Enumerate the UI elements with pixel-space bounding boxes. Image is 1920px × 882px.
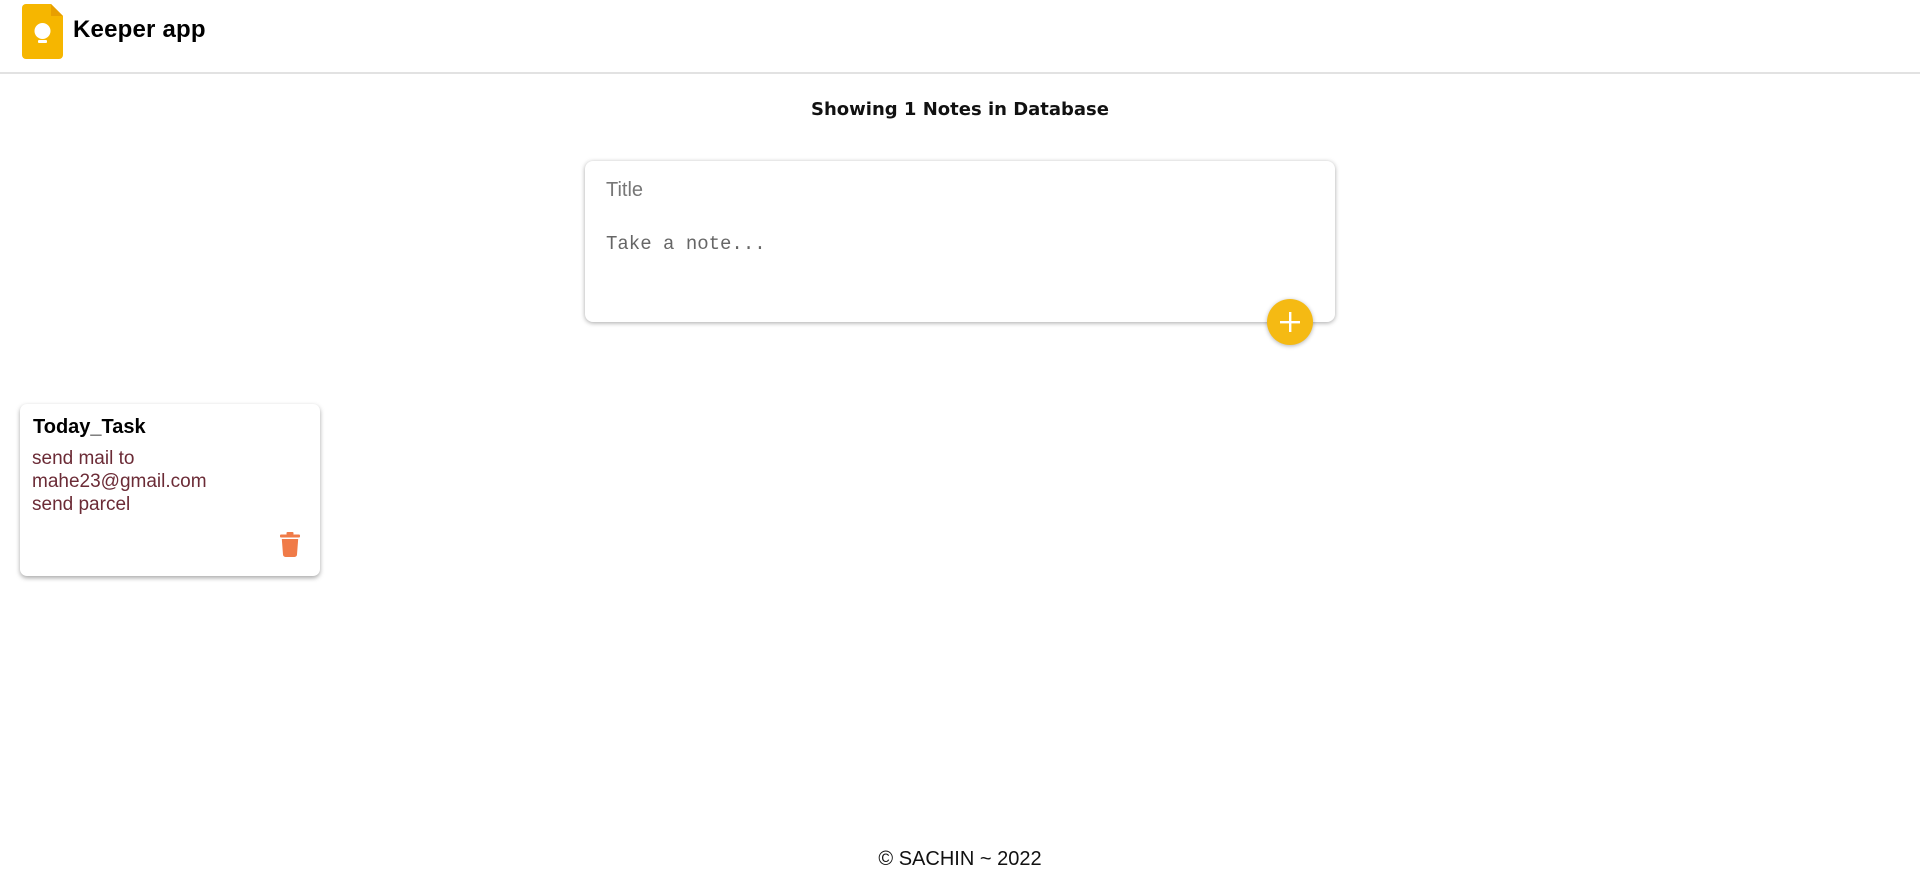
footer: © SACHIN ~ 2022 [0,848,1920,871]
note-title-input[interactable] [606,175,1306,205]
note-card: Today_Task send mail to mahe23@gmail.com… [20,404,320,576]
copyright-text: © SACHIN ~ 2022 [878,848,1042,870]
notes-count-heading: Showing 1 Notes in Database [811,99,1109,120]
app-header: Keeper app [0,0,1920,74]
delete-note-button[interactable] [275,529,305,559]
add-note-button[interactable] [1267,299,1313,345]
note-title: Today_Task [33,416,146,438]
trash-icon [280,531,300,557]
note-content: send mail to mahe23@gmail.com send parce… [32,448,207,515]
note-content-input[interactable] [606,233,1306,293]
keep-bulb-icon [22,4,63,59]
create-note-form [585,161,1335,322]
plus-icon [1277,309,1303,335]
app-title: Keeper app [73,16,206,43]
